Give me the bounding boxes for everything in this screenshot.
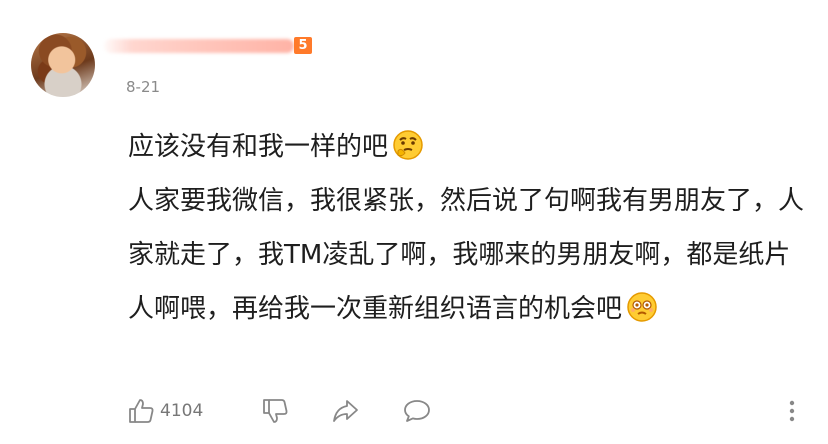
comment-line-1: 应该没有和我一样的吧	[128, 120, 808, 174]
comment-body: 人家要我微信，我很紧张，然后说了句啊我有男朋友了，人家就走了，我TM凌乱了啊，我…	[128, 174, 808, 336]
dizzy-face-emoji	[627, 292, 657, 322]
comment-line-1-text: 应该没有和我一样的吧	[128, 132, 389, 162]
like-count: 4104	[160, 401, 204, 421]
like-button[interactable]: 4104	[126, 396, 203, 426]
share-button[interactable]	[330, 396, 360, 426]
level-badge: 5	[294, 37, 312, 54]
avatar[interactable]	[31, 33, 95, 97]
thumbs-up-icon	[129, 399, 154, 423]
share-icon	[333, 400, 358, 422]
dislike-button[interactable]	[260, 396, 290, 426]
comment-body-text: 人家要我微信，我很紧张，然后说了句啊我有男朋友了，人家就走了，我TM凌乱了啊，我…	[128, 186, 805, 324]
more-icon	[789, 400, 795, 422]
comment-button[interactable]	[402, 396, 432, 426]
comment-icon	[404, 400, 430, 422]
action-bar: 4104	[126, 396, 806, 426]
thumbs-down-icon	[263, 399, 288, 423]
comment-date: 8-21	[126, 78, 161, 96]
comment-text: 应该没有和我一样的吧 人家要我微信，我很紧张，然后说了句啊我有男朋友了，人家就走…	[128, 120, 808, 336]
username-blurred[interactable]	[104, 39, 294, 53]
thinking-face-emoji	[393, 130, 423, 160]
more-button[interactable]	[786, 396, 798, 426]
